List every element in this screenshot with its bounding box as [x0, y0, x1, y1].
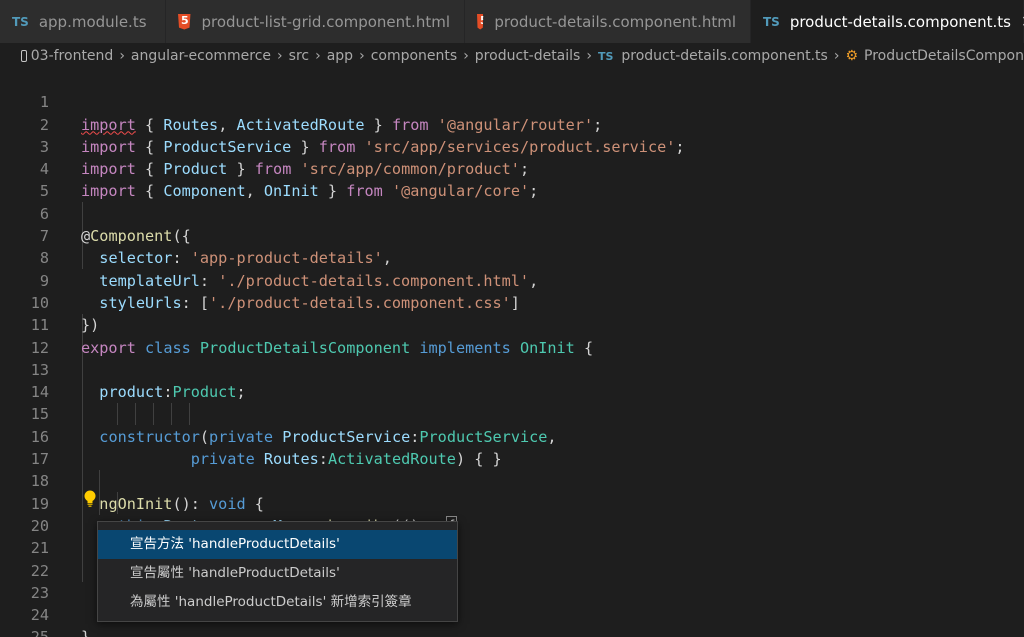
code-line: 10 })	[0, 270, 1024, 334]
code-line: 5	[0, 158, 1024, 200]
code-line: 20 this.handleProductDetails();	[0, 493, 1024, 557]
breadcrumb-item[interactable]: 03-frontend	[31, 48, 114, 64]
line-number: 25	[0, 626, 49, 637]
code-line: 6 @Component({	[0, 181, 1024, 245]
code-line: 4 import { Component, OnInit } from '@an…	[0, 136, 1024, 200]
html5-icon	[477, 13, 484, 30]
code-line: 16 private Routes:ActivatedRoute) { }	[0, 404, 1024, 468]
chevron-right-icon: ›	[315, 48, 321, 64]
lightbulb-icon[interactable]	[83, 490, 97, 508]
breadcrumb-item[interactable]: product-details	[475, 48, 581, 64]
folder-icon	[21, 50, 27, 62]
html5-icon	[178, 13, 191, 30]
chevron-right-icon: ›	[277, 48, 283, 64]
code-line: 19 this.Routes.paramMap.subscribe(() =>{	[0, 470, 1024, 536]
breadcrumb-item[interactable]: angular-ecommerce	[131, 48, 271, 64]
quick-fix-menu: 宣告方法 'handleProductDetails' 宣告屬性 'handle…	[97, 521, 458, 622]
breadcrumb-item[interactable]: src	[289, 48, 309, 64]
chevron-right-icon: ›	[119, 48, 125, 64]
quick-fix-declare-method[interactable]: 宣告方法 'handleProductDetails'	[98, 530, 457, 559]
code-line: 14	[0, 359, 1024, 401]
chevron-right-icon: ›	[463, 48, 469, 64]
tab-label: product-details.component.html	[494, 12, 736, 31]
code-line: 13 product:Product;	[0, 337, 1024, 401]
typescript-icon: TS	[597, 49, 614, 63]
code-line: 3 import { Product } from 'src/app/commo…	[0, 114, 1024, 178]
chevron-right-icon: ›	[833, 48, 840, 64]
code-line: 15 constructor(private ProductService:Pr…	[0, 381, 1024, 445]
breadcrumb-item[interactable]: app	[327, 48, 353, 64]
tab-label: product-list-grid.component.html	[201, 12, 451, 31]
code-line: 11 export class ProductDetailsComponent …	[0, 292, 1024, 356]
chevron-right-icon: ›	[586, 48, 592, 64]
breadcrumb-file[interactable]: product-details.component.ts	[621, 48, 827, 64]
typescript-icon: TS	[12, 14, 29, 29]
tab-label: app.module.ts	[38, 12, 147, 31]
tab-product-details-html[interactable]: product-details.component.html	[465, 0, 751, 43]
chevron-right-icon: ›	[359, 48, 365, 64]
tab-product-list-grid-html[interactable]: product-list-grid.component.html	[166, 0, 465, 43]
code-line: 2 import { ProductService } from 'src/ap…	[0, 91, 1024, 156]
breadcrumb-item[interactable]: components	[371, 48, 458, 64]
typescript-icon: TS	[763, 14, 780, 29]
class-symbol-icon: ⚙	[845, 48, 858, 64]
code-line: 12	[0, 314, 1024, 357]
code-line: 9 styleUrls: ['./product-details.compone…	[0, 247, 1024, 312]
editor-tab-bar: TS app.module.ts product-list-grid.compo…	[0, 0, 1024, 43]
quick-fix-declare-property[interactable]: 宣告屬性 'handleProductDetails'	[98, 559, 457, 588]
code-line: 7 selector: 'app-product-details',	[0, 203, 1024, 267]
tab-product-details-ts[interactable]: TS product-details.component.ts ✕	[751, 0, 1024, 43]
code-line: 17	[0, 426, 1024, 468]
breadcrumb-symbol[interactable]: ProductDetailsCompon	[864, 48, 1024, 64]
tab-app-module[interactable]: TS app.module.ts	[0, 0, 166, 43]
tab-label: product-details.component.ts	[789, 12, 1011, 31]
breadcrumb: 03-frontend › angular-ecommerce › src › app…	[0, 43, 1024, 69]
quick-fix-add-index-signature[interactable]: 為屬性 'handleProductDetails' 新增索引簽章	[98, 588, 457, 617]
code-line: 18 ngOnInit(): void {	[0, 448, 1024, 512]
code-line: 8 templateUrl: './product-details.compon…	[0, 225, 1024, 289]
code-line: 1 import { Routes, ActivatedRoute } from…	[0, 69, 1024, 133]
